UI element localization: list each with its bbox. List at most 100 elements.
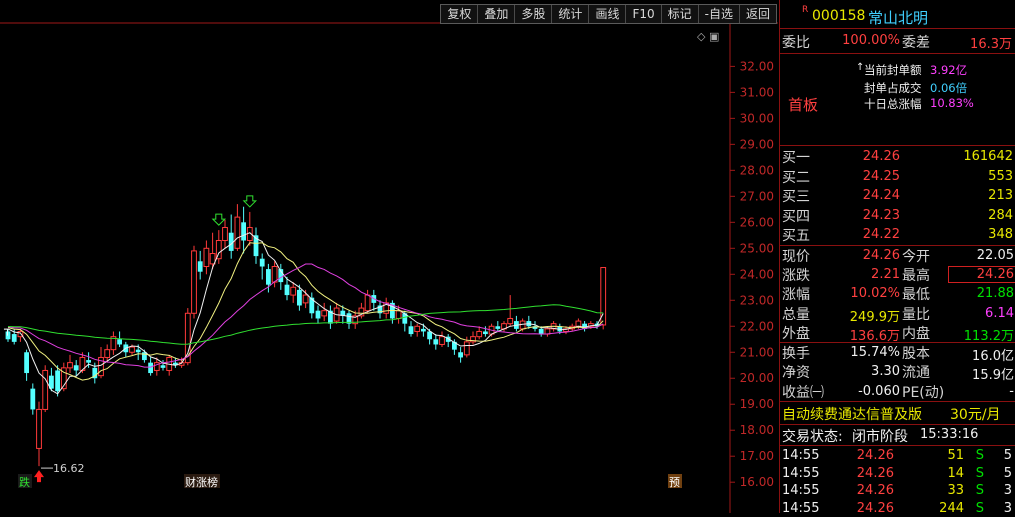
candle-body-up <box>36 408 42 449</box>
diamond-icon[interactable]: ◇ <box>697 30 705 43</box>
candle-body-up <box>271 265 278 283</box>
green-down-arrow-icon <box>242 195 258 208</box>
ten-day-gain-value: 10.83% <box>930 96 974 110</box>
fundamental-value-left: -0.060 <box>858 383 900 399</box>
bid-volume: 284 <box>988 207 1013 223</box>
candle-body-down <box>11 334 17 342</box>
candle-body-up <box>321 310 328 317</box>
bid-row: 买二 24.25 553 <box>780 167 1015 186</box>
y-tick-label: 25.00 <box>740 241 774 255</box>
bid-price: 24.23 <box>862 207 900 223</box>
tick-price: 24.26 <box>856 500 894 516</box>
candle-body-up <box>67 362 73 369</box>
quote-value-right: 24.26 <box>948 266 1015 284</box>
tick-volume: 33 <box>947 483 964 498</box>
candle-body-up <box>395 310 402 319</box>
candle-body-up <box>463 341 470 356</box>
candle-body-down <box>148 362 153 374</box>
seal-amount-label: 当前封单额 <box>864 63 922 77</box>
y-tick-label: 21.00 <box>740 345 774 359</box>
candle-body-down <box>266 269 271 285</box>
quote-label-left: 涨跌 <box>782 268 810 285</box>
candle-body-down <box>433 339 439 345</box>
candle-body-up <box>104 349 111 358</box>
order-diff-value: 16.3万 <box>970 37 1012 52</box>
bid-price: 24.24 <box>862 188 900 203</box>
bid-volume: 213 <box>988 188 1013 203</box>
candle-body-up <box>129 346 135 353</box>
tag-rank: 财涨榜 <box>185 475 218 489</box>
quote-value-left: 136.6万 <box>849 328 900 344</box>
toolbar-f10-button[interactable]: F10 <box>626 5 662 23</box>
tick-volume: 51 <box>947 448 964 463</box>
toolbar-multi-stock-button[interactable]: 多股 <box>515 5 553 23</box>
candle-body-down <box>86 360 91 363</box>
ad-price: 30元/月 <box>950 407 1001 423</box>
y-tick-label: 24.00 <box>740 267 774 281</box>
bid-label: 买三 <box>782 189 810 205</box>
y-tick-label: 28.00 <box>740 163 774 177</box>
board-label: 首板 <box>788 96 819 114</box>
y-tick-label: 30.00 <box>740 111 774 125</box>
subscription-ad[interactable]: 自动续费通达信普及版 30元/月 <box>780 402 1015 424</box>
chart-corner-controls: ◇ ▣ <box>697 30 719 43</box>
candle-body-down <box>30 388 36 410</box>
toolbar-watchlist-button[interactable]: -自选 <box>699 5 740 23</box>
bid-label: 买一 <box>782 150 810 166</box>
quote-label-left: 现价 <box>782 249 810 265</box>
tick-time: 14:55 <box>782 448 820 463</box>
bid-row: 买三 24.24 213 <box>780 186 1015 205</box>
candle-body-down <box>408 326 414 335</box>
stock-marker: R <box>802 5 809 15</box>
quote-value-right: 6.14 <box>985 305 1014 321</box>
ad-text: 自动续费通达信普及版 <box>782 407 922 423</box>
candle-body-down <box>73 365 79 371</box>
low-marker-label: 16.62 <box>53 462 85 475</box>
kline-svg[interactable]: 32.00 31.00 30.00 29.00 28.00 27.00 26.00 25.00… <box>0 0 778 513</box>
toolbar-overlay-button[interactable]: 叠加 <box>478 5 516 23</box>
tick-side: S <box>975 465 984 481</box>
window-toggle-icon[interactable]: ▣ <box>709 30 719 43</box>
y-tick-label: 31.00 <box>740 85 774 99</box>
tick-time: 14:55 <box>782 483 820 498</box>
ten-day-gain-label: 十日总涨幅 <box>864 97 922 111</box>
quote-value-right: 113.2万 <box>963 328 1014 344</box>
y-tick-label: 29.00 <box>740 137 774 151</box>
bid-row: 买五 24.22 348 <box>780 225 1015 244</box>
quote-value-left: 2.21 <box>871 267 900 283</box>
candle-body-down <box>284 284 290 296</box>
y-tick-label: 23.00 <box>740 293 774 307</box>
quote-label-right: 内盘 <box>902 325 930 342</box>
candle-body-down <box>483 331 488 335</box>
fundamental-value-right: 16.0亿 <box>972 349 1014 364</box>
toolbar-draw-line-button[interactable]: 画线 <box>589 5 627 23</box>
candle-body-down <box>421 328 426 332</box>
red-up-arrow-icon <box>34 470 44 483</box>
bid-volume: 161642 <box>963 149 1013 164</box>
order-ratio-row: 委比 100.00% 委差 16.3万 <box>780 30 1015 52</box>
trade-status-row: 交易状态: 闭市阶段 15:33:16 <box>780 425 1015 445</box>
bid-label: 买四 <box>782 208 810 225</box>
seal-amount-value: 3.92亿 <box>930 63 968 77</box>
candle-body-down <box>259 258 265 267</box>
ma60-line <box>7 304 604 345</box>
candle-body-up <box>364 294 371 312</box>
stock-name: 常山北明 <box>868 9 929 27</box>
toolbar-statistics-button[interactable]: 统计 <box>552 5 590 23</box>
fundamental-row: 净资 3.30 流通 15.9亿 <box>780 362 1015 383</box>
toolbar-mark-button[interactable]: 标记 <box>662 5 699 23</box>
bid-volume: 348 <box>988 227 1013 242</box>
order-ratio-label: 委比 <box>782 35 810 51</box>
candle-body-up <box>222 227 228 242</box>
toolbar-restore-rights-button[interactable]: 复权 <box>441 5 479 23</box>
candle-body-up <box>234 216 241 249</box>
tick-price: 24.26 <box>856 483 894 498</box>
green-down-arrow-icon <box>211 213 227 226</box>
quote-panel: R 000158 常山北明 委比 100.00% 委差 16.3万 ↑ 当前封单… <box>779 0 1015 516</box>
tick-side: S <box>975 483 984 498</box>
kline-chart[interactable]: 32.00 31.00 30.00 29.00 28.00 27.00 26.00 25.00… <box>0 0 778 513</box>
toolbar-back-button[interactable]: 返回 <box>740 5 776 23</box>
candle-body-up <box>439 336 445 345</box>
fundamental-label-left: 换手 <box>782 346 810 362</box>
candle-body-down <box>117 339 122 345</box>
